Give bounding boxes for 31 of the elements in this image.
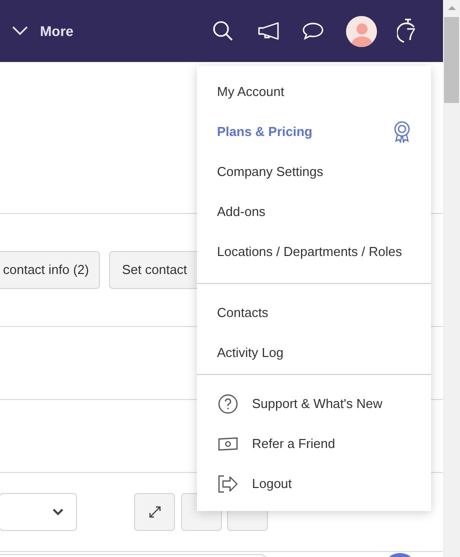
chat-button[interactable] — [302, 22, 324, 40]
chevron-down-icon — [12, 26, 28, 36]
search-icon — [212, 20, 234, 42]
menu-item[interactable]: My Account — [197, 72, 431, 112]
search-button[interactable] — [212, 20, 234, 42]
scrollbar-thumb[interactable] — [444, 17, 459, 103]
menu-item[interactable]: Plans & Pricing — [197, 112, 431, 152]
scrollbar[interactable] — [443, 0, 460, 557]
expand-arrows-icon — [148, 505, 162, 519]
logo[interactable]: 7 — [397, 18, 419, 44]
menu-item[interactable]: Company Settings — [197, 152, 431, 192]
menu-item[interactable]: Logout — [197, 464, 431, 504]
more-menu-button[interactable]: More — [12, 20, 74, 42]
dropdown-field[interactable] — [0, 493, 77, 531]
menu-item[interactable]: Support & What's New — [197, 384, 431, 424]
menu-item[interactable]: Activity Log — [197, 333, 431, 373]
menu-item[interactable]: Refer a Friend — [197, 424, 431, 464]
user-silhouette-icon — [350, 20, 374, 46]
announcements-button[interactable] — [258, 22, 280, 40]
help-icon — [218, 394, 238, 414]
chevron-down-icon — [52, 508, 64, 516]
award-icon — [393, 121, 411, 143]
chat-bubble-icon — [302, 22, 324, 40]
megaphone-icon — [258, 22, 280, 40]
menu-item[interactable]: Add-ons — [197, 192, 431, 232]
expand-button[interactable] — [134, 493, 175, 531]
action-button[interactable]: contact info (2) — [0, 251, 100, 289]
logout-icon — [218, 475, 238, 493]
banknote-icon — [218, 436, 238, 452]
menu-item[interactable]: Contacts — [197, 293, 431, 333]
avatar-button[interactable] — [346, 16, 377, 46]
